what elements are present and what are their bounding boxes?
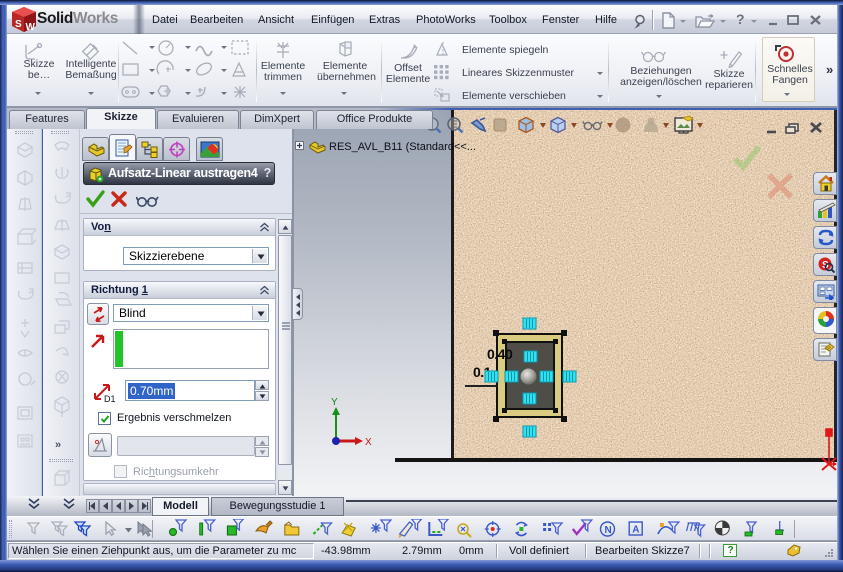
svg-text:W: W [26,22,36,33]
svg-text:Y: Y [331,397,338,408]
svg-text:D1: D1 [104,394,116,404]
svg-text:X: X [365,437,372,448]
svg-text:S: S [15,19,22,30]
svg-text:A: A [632,525,639,536]
svg-text:N: N [605,525,612,536]
